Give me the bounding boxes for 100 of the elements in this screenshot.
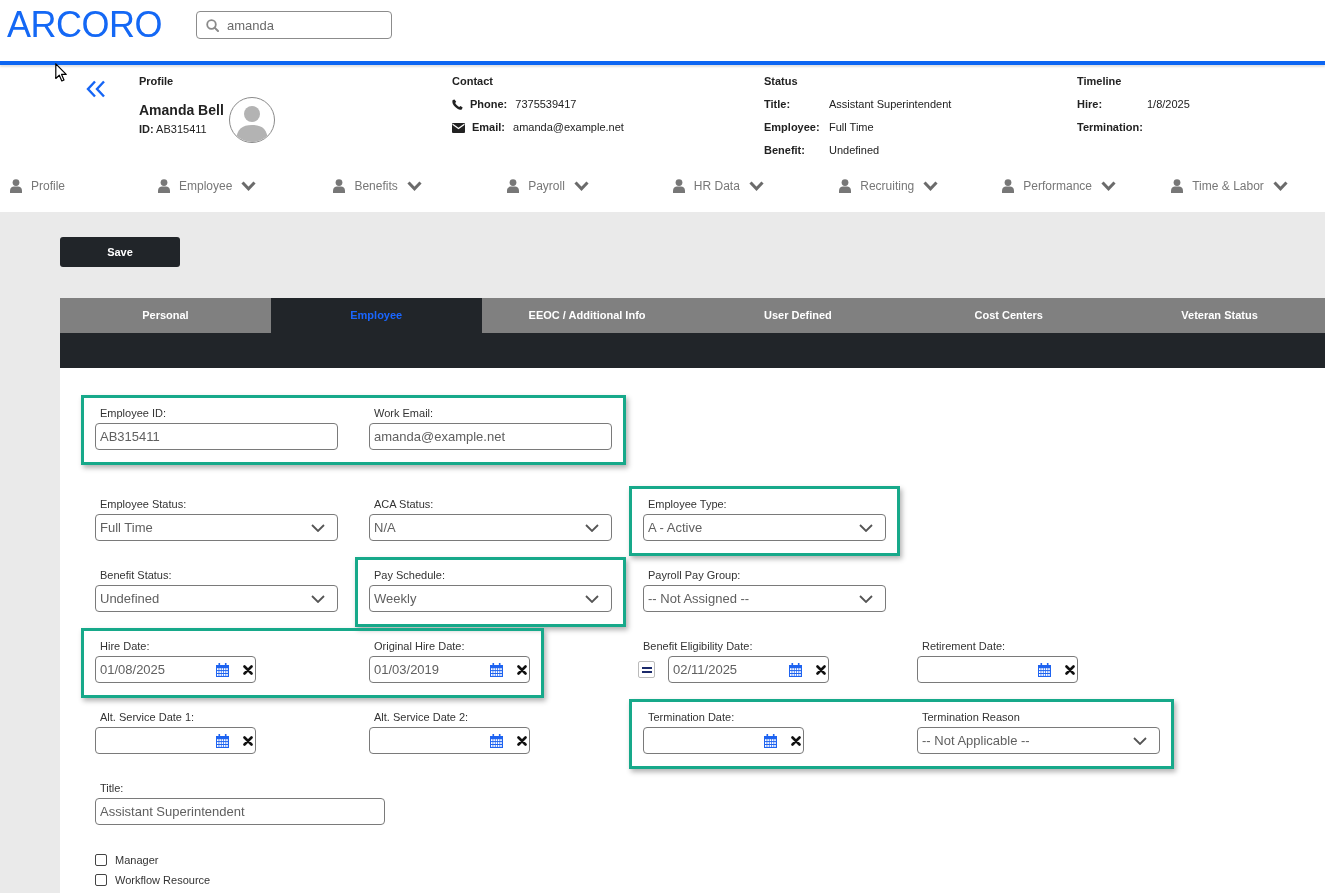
field-label: Original Hire Date: bbox=[374, 639, 465, 653]
section-title: Timeline bbox=[1077, 74, 1122, 89]
field-label: Alt. Service Date 2: bbox=[374, 710, 469, 724]
search-field[interactable]: amanda bbox=[196, 11, 392, 39]
text-field[interactable]: AB315411 bbox=[95, 423, 338, 450]
checkbox[interactable] bbox=[95, 854, 107, 866]
section-title: Profile bbox=[139, 74, 174, 89]
tab[interactable]: Employee bbox=[270, 298, 482, 333]
field-label: Benefit: bbox=[764, 144, 805, 157]
chevron-down-icon bbox=[311, 523, 325, 532]
dropdown-field[interactable]: -- Not Assigned -- bbox=[643, 585, 886, 612]
dropdown-field[interactable]: Full Time bbox=[95, 514, 338, 541]
field-label: Retirement Date: bbox=[922, 639, 1006, 653]
nav-dropdown[interactable]: HR Data bbox=[672, 177, 764, 195]
chevron-down-icon bbox=[859, 594, 873, 603]
field-value: Full Time bbox=[829, 120, 874, 136]
text-field[interactable]: Assistant Superintendent bbox=[95, 798, 385, 825]
search-icon bbox=[206, 19, 219, 32]
chevron-down-icon bbox=[585, 523, 599, 532]
chevron-down-icon bbox=[859, 523, 873, 532]
avatar-icon bbox=[228, 97, 275, 143]
calendar-icon[interactable] bbox=[216, 662, 229, 677]
person-icon bbox=[333, 179, 346, 193]
equals-icon bbox=[641, 666, 652, 673]
field-label: Hire Date: bbox=[100, 639, 150, 653]
close-icon[interactable] bbox=[816, 664, 826, 675]
dropdown-field[interactable]: N/A bbox=[369, 514, 612, 541]
nav-dropdown[interactable]: Payroll bbox=[507, 177, 589, 195]
field-label: Employee Status: bbox=[100, 497, 187, 511]
field-value: Assistant Superintendent bbox=[829, 97, 952, 113]
close-icon[interactable] bbox=[791, 735, 801, 746]
section-title: Contact bbox=[452, 74, 493, 89]
text-field[interactable]: amanda@example.net bbox=[369, 423, 612, 450]
calendar-icon[interactable] bbox=[490, 662, 503, 677]
person-icon bbox=[1002, 179, 1015, 193]
checkbox-label: Workflow Resource bbox=[115, 872, 211, 888]
person-icon bbox=[839, 179, 852, 193]
field-label: Work Email: bbox=[374, 406, 434, 420]
person-icon bbox=[158, 179, 170, 193]
close-icon[interactable] bbox=[517, 664, 527, 675]
field-label: Title: bbox=[100, 781, 124, 795]
envelope-icon bbox=[452, 122, 465, 133]
field-label: Pay Schedule: bbox=[374, 568, 445, 582]
calendar-icon[interactable] bbox=[789, 662, 802, 677]
field-label: Termination Date: bbox=[648, 710, 735, 724]
field-label: Phone: bbox=[470, 97, 508, 113]
equals-button[interactable] bbox=[638, 661, 655, 678]
field-label: Payroll Pay Group: bbox=[648, 568, 741, 582]
field-label: ACA Status: bbox=[374, 497, 434, 511]
chevron-down-icon bbox=[585, 594, 599, 603]
person-icon bbox=[1171, 179, 1184, 193]
date-field[interactable]: 01/08/2025 bbox=[95, 656, 256, 683]
nav-dropdown[interactable]: Employee bbox=[158, 177, 257, 195]
calendar-icon[interactable] bbox=[1038, 662, 1051, 677]
person-icon bbox=[507, 179, 520, 193]
nav-dropdown[interactable]: Benefits bbox=[333, 177, 422, 195]
chevron-down-icon bbox=[311, 594, 325, 603]
field-label: Hire: bbox=[1077, 98, 1103, 111]
calendar-icon[interactable] bbox=[216, 733, 229, 748]
logo[interactable]: ARCORO bbox=[7, 5, 162, 45]
date-field[interactable] bbox=[643, 727, 804, 754]
section-title: Status bbox=[764, 74, 798, 89]
field-label: Employee ID: bbox=[100, 406, 167, 420]
close-icon[interactable] bbox=[517, 735, 527, 746]
dropdown-field[interactable]: -- Not Applicable -- bbox=[917, 727, 1160, 754]
close-icon[interactable] bbox=[243, 664, 253, 675]
date-field[interactable] bbox=[95, 727, 256, 754]
nav-dropdown[interactable]: Recruiting bbox=[839, 177, 939, 195]
field-label: Title: bbox=[764, 98, 791, 111]
close-icon[interactable] bbox=[243, 735, 253, 746]
close-icon[interactable] bbox=[1065, 664, 1075, 675]
date-field[interactable] bbox=[917, 656, 1078, 683]
dropdown-field[interactable]: A - Active bbox=[643, 514, 886, 541]
field-label: Benefit Eligibility Date: bbox=[643, 639, 753, 653]
field-label: Employee: bbox=[764, 121, 820, 134]
chevron-down-icon bbox=[1133, 736, 1147, 745]
double-chevron-icon[interactable] bbox=[86, 80, 106, 98]
calendar-icon[interactable] bbox=[764, 733, 777, 748]
field-value: amanda@example.net bbox=[513, 120, 624, 136]
field-label: Termination Reason bbox=[922, 710, 1020, 724]
field-label: Benefit Status: bbox=[100, 568, 172, 582]
nav-link[interactable]: Profile bbox=[10, 177, 65, 195]
nav-dropdown[interactable]: Performance bbox=[1002, 177, 1116, 195]
dropdown-field[interactable]: Weekly bbox=[369, 585, 612, 612]
date-field[interactable]: 01/03/2019 bbox=[369, 656, 530, 683]
employee-name: Amanda Bell bbox=[139, 101, 224, 120]
date-field[interactable] bbox=[369, 727, 530, 754]
field-value: Undefined bbox=[829, 143, 880, 159]
calendar-icon[interactable] bbox=[490, 733, 503, 748]
checkbox[interactable] bbox=[95, 874, 107, 886]
phone-icon bbox=[452, 99, 463, 110]
date-field[interactable]: 02/11/2025 bbox=[668, 656, 829, 683]
checkbox-label: Manager bbox=[115, 852, 159, 868]
dropdown-field[interactable]: Undefined bbox=[95, 585, 338, 612]
save-button[interactable]: Save bbox=[60, 237, 180, 267]
field-label: Termination: bbox=[1077, 121, 1143, 134]
person-icon bbox=[10, 179, 22, 193]
field-value: 7375539417 bbox=[515, 97, 577, 113]
nav-dropdown[interactable]: Time & Labor bbox=[1171, 177, 1288, 195]
employee-id-text: ID: AB315411 bbox=[139, 122, 207, 137]
